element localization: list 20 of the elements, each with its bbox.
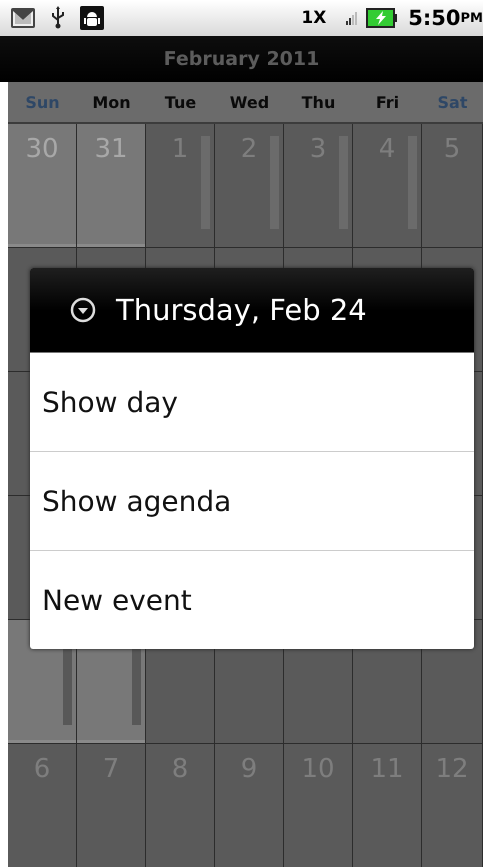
clock: 5:50 (408, 6, 461, 30)
weekday-label: Tue (164, 92, 198, 112)
weekday-label: Sat (436, 92, 468, 112)
menu-item[interactable]: New event (30, 550, 474, 649)
battery-charging-icon (366, 8, 398, 28)
weekday-label: Sun (24, 92, 61, 112)
weekday-label: Wed (228, 92, 270, 112)
weekday-label: Thu (300, 92, 336, 112)
usb-icon (50, 6, 66, 30)
menu-item[interactable]: Show day (30, 353, 474, 451)
weekday-label: Mon (91, 92, 132, 112)
dropdown-circle-icon (70, 297, 96, 323)
clock-meridiem: PM (460, 10, 483, 26)
android-icon (80, 6, 104, 30)
mail-icon (10, 7, 36, 29)
month-title: February 2011 (164, 48, 320, 70)
network-label: 1X (301, 8, 326, 28)
menu-item[interactable]: Show agenda (30, 451, 474, 550)
weekday-label: Fri (374, 92, 400, 112)
dialog-title: Thursday, Feb 24 (116, 293, 367, 327)
